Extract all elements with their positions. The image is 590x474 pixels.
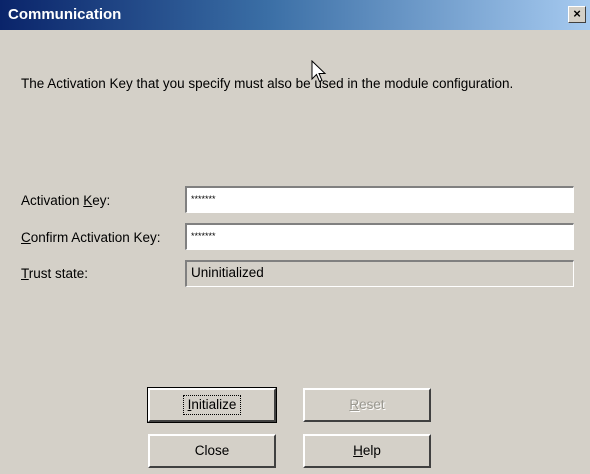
communication-dialog: Communication × The Activation Key that … [0,0,590,474]
help-button[interactable]: Help [303,434,431,468]
confirm-activation-key-label: Confirm Activation Key: [21,230,161,245]
close-icon: × [573,6,581,21]
initialize-button[interactable]: Initialize [147,387,277,423]
title-bar[interactable]: Communication × [0,0,590,30]
close-window-button[interactable]: × [568,6,586,23]
mouse-pointer-icon [311,60,327,83]
trust-state-field: Uninitialized [185,260,574,287]
confirm-activation-key-input[interactable]: ******* [185,223,574,250]
activation-key-input[interactable]: ******* [185,186,574,213]
trust-state-label: Trust state: [21,266,89,281]
activation-key-label: Activation Key: [21,193,111,208]
window-title: Communication [8,6,122,23]
reset-button[interactable]: Reset [303,388,431,422]
close-button[interactable]: Close [148,434,276,468]
info-text: The Activation Key that you specify must… [21,76,514,91]
